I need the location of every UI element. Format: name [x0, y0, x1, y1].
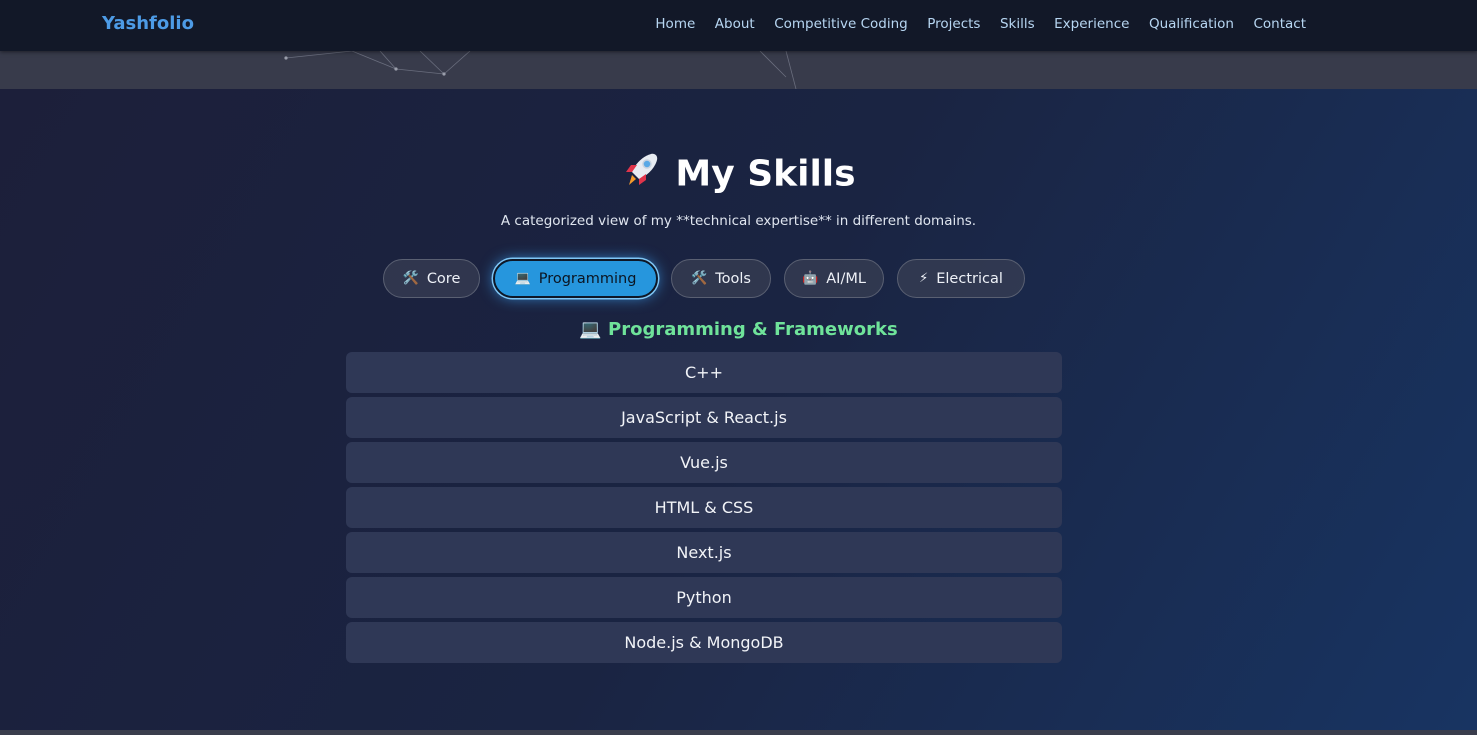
nav-link-qualification[interactable]: Qualification — [1149, 16, 1234, 32]
nav-link-about[interactable]: About — [715, 16, 755, 32]
lightning-icon: ⚡ — [919, 271, 929, 286]
laptop-icon: 💻 — [579, 319, 602, 340]
bottom-strip — [0, 730, 1477, 735]
laptop-icon: 💻 — [514, 271, 531, 286]
tab-tools[interactable]: 🛠️ Tools — [671, 259, 771, 298]
page-subtitle: A categorized view of my **technical exp… — [500, 213, 977, 229]
robot-icon: 🤖 — [802, 271, 819, 286]
tab-label: Programming — [538, 270, 637, 287]
tools-icon: 🛠️ — [691, 271, 708, 286]
tab-label: AI/ML — [826, 270, 866, 287]
particle-network-graphic — [284, 51, 797, 89]
skill-item: Next.js — [346, 532, 1062, 573]
brand-logo[interactable]: Yashfolio — [102, 13, 194, 34]
nav-link-competitive-coding[interactable]: Competitive Coding — [774, 16, 908, 32]
page-title: My Skills — [675, 153, 856, 195]
tab-programming[interactable]: 💻 Programming — [493, 259, 658, 298]
rocket-icon — [621, 150, 661, 201]
nav-link-contact[interactable]: Contact — [1253, 16, 1306, 32]
navbar: Yashfolio Home About Competitive Coding … — [0, 0, 1477, 51]
nav-link-experience[interactable]: Experience — [1054, 16, 1129, 32]
nav-link-skills[interactable]: Skills — [1000, 16, 1035, 32]
particle-background-band — [0, 51, 1477, 89]
page-title-row: My Skills — [0, 150, 1477, 195]
skill-item: C++ — [346, 352, 1062, 393]
tab-label: Electrical — [936, 270, 1003, 287]
skill-item: Python — [346, 577, 1062, 618]
skill-item: JavaScript & React.js — [346, 397, 1062, 438]
nav-link-projects[interactable]: Projects — [927, 16, 980, 32]
skill-item: Vue.js — [346, 442, 1062, 483]
tab-electrical[interactable]: ⚡ Electrical — [897, 259, 1025, 298]
skill-item: Node.js & MongoDB — [346, 622, 1062, 663]
skill-item: HTML & CSS — [346, 487, 1062, 528]
tab-label: Core — [426, 270, 461, 287]
section-heading-text: Programming & Frameworks — [608, 319, 898, 340]
nav-link-home[interactable]: Home — [655, 16, 695, 32]
tab-ai-ml[interactable]: 🤖 AI/ML — [784, 259, 884, 298]
tab-label: Tools — [715, 270, 751, 287]
tab-core[interactable]: 🛠️ Core — [383, 259, 480, 298]
section-heading: 💻 Programming & Frameworks — [0, 319, 1477, 340]
tools-icon: 🛠️ — [402, 271, 419, 286]
nav-links: Home About Competitive Coding Projects S… — [636, 16, 1306, 32]
